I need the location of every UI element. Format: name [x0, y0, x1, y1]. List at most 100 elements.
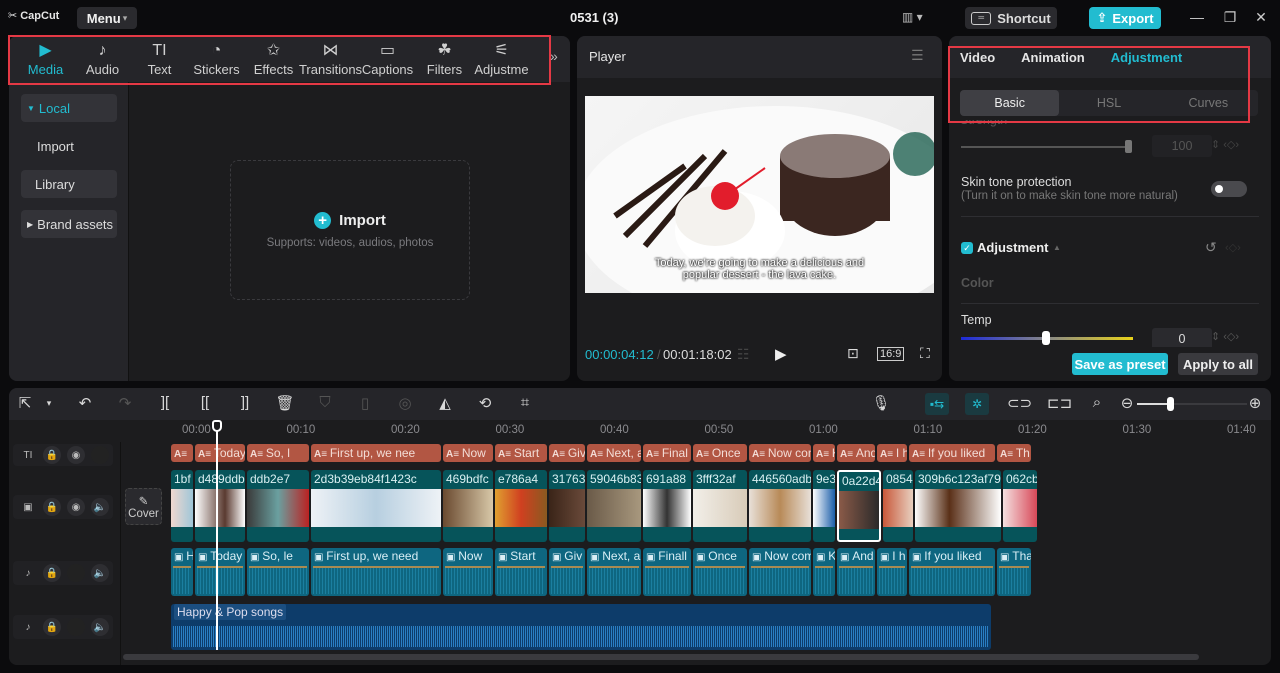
tab-media[interactable]: ▶ Media — [17, 42, 74, 77]
lock-icon[interactable]: 🔒 — [43, 446, 61, 464]
zoom-fit-icon[interactable]: ⊡ — [847, 345, 859, 362]
video-preview[interactable]: Today, we're going to make a delicious a… — [585, 96, 934, 293]
tab-audio[interactable]: ♪ Audio — [74, 42, 131, 77]
tab-captions[interactable]: ▭ Captions — [359, 42, 416, 77]
text-clip[interactable]: A≡ If you liked — [909, 444, 995, 462]
text-clip[interactable]: A≡ So, l — [247, 444, 309, 462]
video-clip[interactable]: 2d3b39eb84f1423c — [311, 470, 441, 542]
text-clip[interactable]: A≡ — [171, 444, 193, 462]
strength-slider-handle[interactable] — [1125, 140, 1132, 153]
close-icon[interactable]: ✕ — [1251, 9, 1271, 26]
video-clip[interactable]: 3fff32af — [693, 470, 747, 542]
tab-adjustme[interactable]: ⚟ Adjustme — [473, 42, 530, 77]
audio-clip[interactable]: ▣ If you liked — [909, 548, 995, 596]
tab-transitions[interactable]: ⋈ Transitions — [299, 42, 362, 77]
import-dropzone[interactable]: + Import Supports: videos, audios, photo… — [230, 160, 470, 300]
restore-icon[interactable]: ❐ — [1220, 9, 1240, 26]
timeline-scrollbar[interactable] — [123, 654, 1199, 660]
video-clip[interactable]: 9e3b — [813, 470, 835, 542]
preview-axis-icon[interactable]: ⌕ — [1087, 394, 1107, 411]
waveform-toggle-icon[interactable]: ☷ — [737, 346, 750, 363]
text-clip[interactable]: A≡ Giv — [549, 444, 585, 462]
main-track-magnet-icon[interactable]: ▪⇆ — [925, 393, 949, 415]
volume-icon[interactable]: 🔈 — [91, 564, 109, 582]
playhead-handle[interactable] — [212, 420, 222, 432]
strength-slider[interactable] — [961, 146, 1131, 148]
tab-text[interactable]: TI Text — [131, 42, 188, 77]
eye-icon[interactable]: ◉ — [67, 498, 85, 516]
freeze-icon[interactable]: ▯ — [355, 394, 375, 412]
adjustment-checkbox[interactable]: ✓ — [961, 242, 973, 254]
split-preview-icon[interactable]: ⊏⊐ — [1047, 394, 1072, 412]
text-clip[interactable]: A≡ Final — [643, 444, 691, 462]
trim-right-icon[interactable]: ]] — [235, 394, 255, 411]
eye-icon[interactable]: ◉ — [67, 446, 85, 464]
audio-clip[interactable]: ▣ Today — [195, 548, 245, 596]
crop-icon[interactable]: ⌗ — [515, 394, 535, 411]
audio-clip[interactable]: ▣ Now com — [749, 548, 811, 596]
video-clip[interactable]: 0a22d4 — [837, 470, 881, 542]
audio-clip[interactable]: ▣ And — [837, 548, 875, 596]
trim-left-icon[interactable]: [[ — [195, 394, 215, 411]
video-clip[interactable]: 59046b83 — [587, 470, 641, 542]
audio-clip[interactable]: ▣ Finall — [643, 548, 691, 596]
text-clip[interactable]: A≡ Th — [997, 444, 1031, 462]
nav-local[interactable]: ▼ Local — [21, 94, 117, 122]
lock-icon[interactable]: 🔒 — [43, 498, 61, 516]
temp-stepper-icon[interactable]: ⇕ ‹◇› — [1211, 330, 1239, 343]
layout-icon[interactable]: ▥ ▾ — [902, 10, 923, 24]
text-clip[interactable]: A≡ I h — [877, 444, 907, 462]
text-clip[interactable]: A≡ Now — [443, 444, 493, 462]
keyframe-nav-icon[interactable]: ‹◇› — [1225, 241, 1241, 254]
text-clip[interactable]: A≡ Ke — [813, 444, 835, 462]
lock-icon[interactable]: 🔒 — [43, 564, 61, 582]
reverse-icon[interactable]: ◎ — [395, 394, 415, 412]
tab-filters[interactable]: ☘ Filters — [416, 42, 473, 77]
zoom-in-icon[interactable]: ⊕ — [1245, 394, 1265, 412]
tab-effects[interactable]: ✩ Effects — [245, 42, 302, 77]
video-clip[interactable]: ddb2e7 — [247, 470, 309, 542]
playhead[interactable] — [216, 422, 218, 650]
volume-icon[interactable]: 🔈 — [91, 498, 109, 516]
tab-stickers[interactable]: ◔ Stickers — [188, 42, 245, 77]
undo-icon[interactable]: ↶ — [75, 394, 95, 412]
strength-value[interactable]: 100 — [1152, 135, 1212, 157]
select-tool-icon[interactable]: ⇱ — [15, 394, 35, 412]
audio-clip[interactable]: ▣ Tha — [997, 548, 1031, 596]
audio-clip[interactable]: ▣ First up, we need — [311, 548, 441, 596]
skin-tone-toggle[interactable] — [1211, 181, 1247, 197]
video-clip[interactable]: 446560adbb — [749, 470, 811, 542]
video-clip[interactable]: 31763 — [549, 470, 585, 542]
timeline-zoom-slider[interactable] — [1137, 397, 1247, 411]
mirror-icon[interactable]: ◭ — [435, 394, 455, 412]
audio-clip[interactable]: ▣ Start — [495, 548, 547, 596]
select-dropdown-icon[interactable]: ▾ — [39, 398, 59, 409]
video-clip[interactable]: e786a4 — [495, 470, 547, 542]
shortcut-button[interactable]: ═ Shortcut — [965, 7, 1057, 29]
audio-clip[interactable]: ▣ Once — [693, 548, 747, 596]
nav-import[interactable]: Import — [21, 132, 117, 160]
text-clip[interactable]: A≡ And — [837, 444, 875, 462]
tab-video[interactable]: Video — [960, 50, 995, 65]
cover-button[interactable]: ✎ Cover — [125, 488, 162, 525]
text-clip[interactable]: A≡ Once — [693, 444, 747, 462]
timeline-ruler[interactable]: 00:00 00:10 00:20 00:30 00:40 00:50 01:00 01:10… — [129, 420, 1271, 442]
hamburger-menu-icon[interactable]: ☰ — [911, 47, 924, 64]
subtab-hsl[interactable]: HSL — [1059, 90, 1158, 116]
subtab-basic[interactable]: Basic — [960, 90, 1060, 116]
text-clip[interactable]: A≡ Next, a — [587, 444, 641, 462]
link-icon[interactable]: ⊂⊃ — [1007, 394, 1032, 412]
nav-library[interactable]: Library — [21, 170, 117, 198]
zoom-slider-handle[interactable] — [1167, 397, 1174, 411]
volume-icon[interactable]: 🔈 — [91, 618, 109, 636]
audio-clip[interactable]: ▣ Ke — [813, 548, 835, 596]
more-tabs-icon[interactable]: » — [550, 48, 558, 64]
zoom-out-icon[interactable]: ⊖ — [1117, 394, 1137, 412]
audio-clip[interactable]: ▣ I h — [877, 548, 907, 596]
delete-icon[interactable]: 🗑 — [275, 394, 295, 412]
video-clip[interactable]: 062cb — [1003, 470, 1037, 542]
save-preset-button[interactable]: Save as preset — [1072, 353, 1168, 375]
video-clip[interactable]: 1bf — [171, 470, 193, 542]
fullscreen-icon[interactable]: ⛶ — [920, 345, 930, 362]
tab-animation[interactable]: Animation — [1021, 50, 1085, 65]
